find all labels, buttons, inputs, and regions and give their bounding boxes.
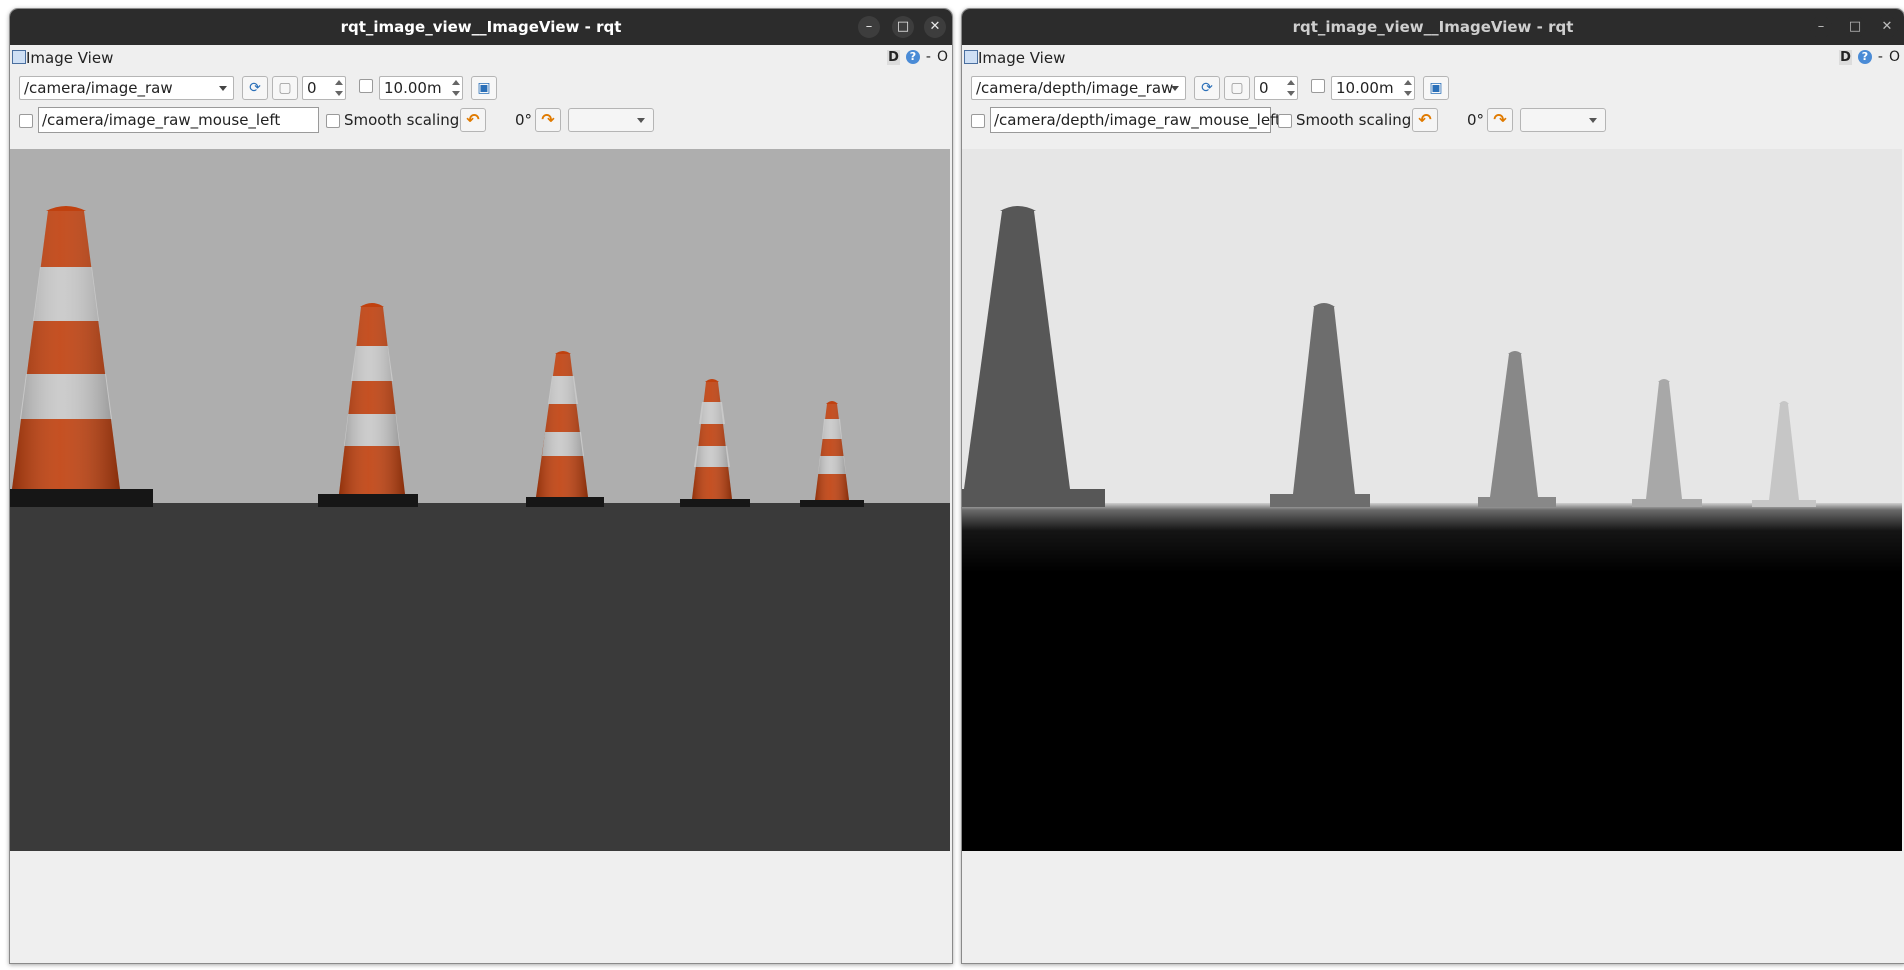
dock-controls: D ? - O xyxy=(887,49,948,65)
help-icon[interactable]: ? xyxy=(905,50,920,64)
save-icon: ▣ xyxy=(1429,80,1443,96)
mouse-topic-input[interactable]: /camera/depth/image_raw_mouse_left xyxy=(990,107,1281,133)
refresh-button[interactable]: ⟳ xyxy=(1194,76,1220,100)
sky-background xyxy=(10,149,950,503)
mouse-publish-checkbox[interactable] xyxy=(971,114,985,128)
toolbar-row-2: /camera/depth/image_raw_mouse_left Smoot… xyxy=(962,105,1904,135)
dock-d-button[interactable]: D xyxy=(1839,49,1852,65)
image-view-icon xyxy=(964,50,978,64)
save-button[interactable]: ▣ xyxy=(1423,76,1449,100)
dock-header: Image View D ? - O xyxy=(10,47,952,69)
chevron-down-icon xyxy=(1171,86,1179,91)
refresh-icon: ⟳ xyxy=(249,80,261,96)
image-view-icon xyxy=(12,50,26,64)
min-value: 0 xyxy=(307,79,317,97)
maximize-button[interactable]: □ xyxy=(892,16,914,38)
maximize-button[interactable]: □ xyxy=(1844,16,1866,38)
title-bar[interactable]: rqt_image_view__ImageView - rqt – □ ✕ xyxy=(962,9,1904,45)
dynamic-range-checkbox[interactable] xyxy=(359,79,373,93)
refresh-icon: ⟳ xyxy=(1201,80,1213,96)
topic-combo-value: /camera/depth/image_raw xyxy=(976,79,1174,97)
rotate-right-button[interactable]: ↷ xyxy=(1487,108,1513,132)
rotate-right-button[interactable]: ↷ xyxy=(535,108,561,132)
max-value: 10.00m xyxy=(384,79,442,97)
image-display-depth[interactable] xyxy=(962,149,1902,851)
dock-title: Image View xyxy=(978,49,1066,67)
rotate-left-icon: ↶ xyxy=(1418,110,1432,129)
mouse-topic-input[interactable]: /camera/image_raw_mouse_left xyxy=(38,107,319,133)
help-icon[interactable]: ? xyxy=(1857,50,1872,64)
close-button[interactable]: ✕ xyxy=(1876,16,1898,38)
minimize-button[interactable]: – xyxy=(1810,16,1832,38)
chevron-down-icon xyxy=(1589,118,1597,123)
dock-title: Image View xyxy=(26,49,114,67)
depth-ground xyxy=(962,503,1902,851)
bottom-area xyxy=(962,851,1904,963)
topic-combo-value: /camera/image_raw xyxy=(24,79,173,97)
color-scheme-dropdown[interactable] xyxy=(568,108,654,132)
min-value-spinbox[interactable]: 0 xyxy=(302,76,346,100)
camera-image xyxy=(10,149,950,851)
image-view-window-right: rqt_image_view__ImageView - rqt – □ ✕ Im… xyxy=(961,8,1904,964)
depth-sky xyxy=(962,149,1902,503)
dock-minimize-button[interactable]: - xyxy=(1878,49,1883,65)
color-scheme-dropdown[interactable] xyxy=(1520,108,1606,132)
min-value-spinbox[interactable]: 0 xyxy=(1254,76,1298,100)
min-value: 0 xyxy=(1259,79,1269,97)
max-value-spinbox[interactable]: 10.00m xyxy=(379,76,463,100)
rotation-label: 0° xyxy=(1467,111,1485,129)
dock-header: Image View D ? - O xyxy=(962,47,1904,69)
dock-controls: D ? - O xyxy=(1839,49,1900,65)
window-title: rqt_image_view__ImageView - rqt xyxy=(340,18,622,36)
dock-close-button[interactable]: O xyxy=(1889,49,1900,65)
bottom-area xyxy=(10,851,952,963)
max-value-spinbox[interactable]: 10.00m xyxy=(1331,76,1415,100)
smooth-scaling-checkbox[interactable] xyxy=(326,114,340,128)
rotate-left-button[interactable]: ↶ xyxy=(1412,108,1438,132)
toolbar-row-1: /camera/image_raw ⟳ ▢ 0 10.00m ▣ xyxy=(10,73,952,103)
image-display-color[interactable] xyxy=(10,149,950,851)
rotate-left-icon: ↶ xyxy=(466,110,480,129)
save-icon: ▣ xyxy=(477,80,491,96)
chevron-down-icon xyxy=(219,86,227,91)
rotate-right-icon: ↷ xyxy=(541,110,555,129)
image-view-window-left: rqt_image_view__ImageView - rqt – □ ✕ Im… xyxy=(9,8,953,964)
dock-close-button[interactable]: O xyxy=(937,49,948,65)
smooth-scaling-label: Smooth scaling xyxy=(1296,111,1412,129)
pause-button[interactable]: ▢ xyxy=(272,76,298,100)
ground-plane xyxy=(10,503,950,851)
dock-d-button[interactable]: D xyxy=(887,49,900,65)
topic-combo[interactable]: /camera/depth/image_raw xyxy=(971,76,1186,100)
max-value: 10.00m xyxy=(1336,79,1394,97)
mouse-publish-checkbox[interactable] xyxy=(19,114,33,128)
chevron-down-icon xyxy=(637,118,645,123)
minimize-button[interactable]: – xyxy=(858,16,880,38)
depth-image xyxy=(962,149,1902,851)
rotate-right-icon: ↷ xyxy=(1493,110,1507,129)
dynamic-range-checkbox[interactable] xyxy=(1311,79,1325,93)
toolbar-row-2: /camera/image_raw_mouse_left Smooth scal… xyxy=(10,105,952,135)
pause-icon: ▢ xyxy=(1230,80,1244,96)
refresh-button[interactable]: ⟳ xyxy=(242,76,268,100)
close-button[interactable]: ✕ xyxy=(924,16,946,38)
window-title: rqt_image_view__ImageView - rqt xyxy=(1292,18,1574,36)
rotation-label: 0° xyxy=(515,111,533,129)
rotate-left-button[interactable]: ↶ xyxy=(460,108,486,132)
smooth-scaling-label: Smooth scaling xyxy=(344,111,460,129)
smooth-scaling-checkbox[interactable] xyxy=(1278,114,1292,128)
pause-icon: ▢ xyxy=(278,80,292,96)
dock-minimize-button[interactable]: - xyxy=(926,49,931,65)
toolbar-row-1: /camera/depth/image_raw ⟳ ▢ 0 10.00m ▣ xyxy=(962,73,1904,103)
save-button[interactable]: ▣ xyxy=(471,76,497,100)
pause-button[interactable]: ▢ xyxy=(1224,76,1250,100)
title-bar[interactable]: rqt_image_view__ImageView - rqt – □ ✕ xyxy=(10,9,952,45)
topic-combo[interactable]: /camera/image_raw xyxy=(19,76,234,100)
